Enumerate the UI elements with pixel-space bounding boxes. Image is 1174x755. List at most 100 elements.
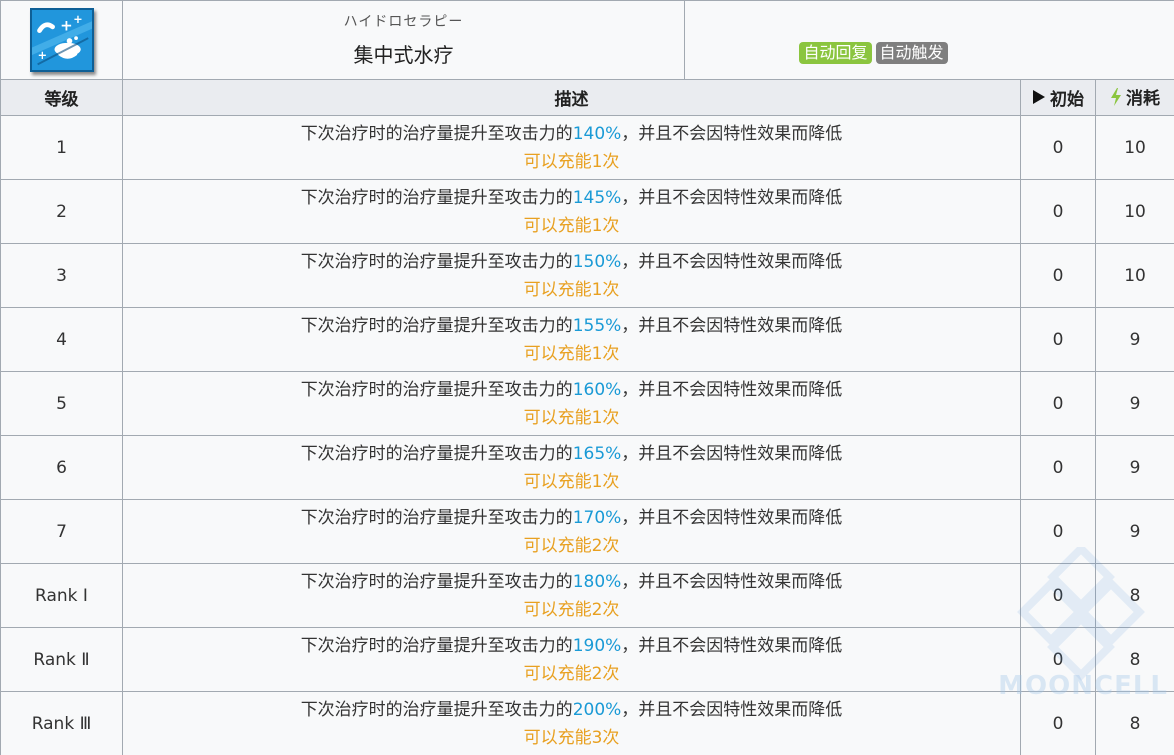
row-description: 下次治疗时的治疗量提升至攻击力的160%，并且不会因特性效果而降低 可以充能1次 — [122, 371, 1021, 436]
tag-auto-recovery: 自动回复 — [799, 42, 872, 64]
desc-suffix: ，并且不会因特性效果而降低 — [621, 699, 843, 720]
row-description: 下次治疗时的治疗量提升至攻击力的140%，并且不会因特性效果而降低 可以充能1次 — [122, 115, 1021, 180]
skill-tags-cell: 自动回复 自动触发 — [683, 0, 1174, 80]
desc-prefix: 下次治疗时的治疗量提升至攻击力的 — [300, 123, 573, 144]
desc-percent: 190% — [572, 635, 622, 656]
row-cost: 9 — [1094, 499, 1174, 564]
desc-charge: 可以充能2次 — [523, 599, 620, 620]
desc-percent: 160% — [572, 379, 622, 400]
row-level: 7 — [0, 499, 123, 564]
row-initial: 0 — [1020, 627, 1096, 692]
skill-name-cell: ハイドロセラピー 集中式水疗 — [122, 0, 685, 80]
column-header-row: 等级 描述 初始 消耗 — [0, 79, 1174, 116]
row-cost: 9 — [1094, 371, 1174, 436]
desc-charge: 可以充能1次 — [523, 215, 620, 236]
row-description: 下次治疗时的治疗量提升至攻击力的150%，并且不会因特性效果而降低 可以充能1次 — [122, 243, 1021, 308]
row-cost: 8 — [1094, 691, 1174, 755]
row-description: 下次治疗时的治疗量提升至攻击力的155%，并且不会因特性效果而降低 可以充能1次 — [122, 307, 1021, 372]
skill-header-row: + + + ハイドロセラピー 集中式水疗 自动回复 自动触发 — [0, 0, 1174, 80]
table-row: 6 下次治疗时的治疗量提升至攻击力的165%，并且不会因特性效果而降低 可以充能… — [0, 435, 1174, 500]
row-description: 下次治疗时的治疗量提升至攻击力的180%，并且不会因特性效果而降低 可以充能2次 — [122, 563, 1021, 628]
skill-name-jp: ハイドロセラピー — [343, 14, 464, 30]
desc-suffix: ，并且不会因特性效果而降低 — [621, 571, 843, 592]
row-level: Rank Ⅲ — [0, 691, 123, 755]
row-initial: 0 — [1020, 691, 1096, 755]
desc-percent: 145% — [572, 187, 622, 208]
row-level: Rank Ⅰ — [0, 563, 123, 628]
desc-charge: 可以充能1次 — [523, 343, 620, 364]
table-row: 1 下次治疗时的治疗量提升至攻击力的140%，并且不会因特性效果而降低 可以充能… — [0, 115, 1174, 180]
svg-text:+: + — [60, 17, 73, 35]
row-cost: 9 — [1094, 307, 1174, 372]
row-description: 下次治疗时的治疗量提升至攻击力的190%，并且不会因特性效果而降低 可以充能2次 — [122, 627, 1021, 692]
table-row: 3 下次治疗时的治疗量提升至攻击力的150%，并且不会因特性效果而降低 可以充能… — [0, 243, 1174, 308]
row-level: 2 — [0, 179, 123, 244]
desc-prefix: 下次治疗时的治疗量提升至攻击力的 — [300, 571, 573, 592]
table-row: Rank Ⅲ 下次治疗时的治疗量提升至攻击力的200%，并且不会因特性效果而降低… — [0, 691, 1174, 755]
table-row: 4 下次治疗时的治疗量提升至攻击力的155%，并且不会因特性效果而降低 可以充能… — [0, 307, 1174, 372]
lightning-icon — [1111, 87, 1121, 106]
desc-suffix: ，并且不会因特性效果而降低 — [621, 123, 843, 144]
desc-prefix: 下次治疗时的治疗量提升至攻击力的 — [300, 187, 573, 208]
skill-icon-cell: + + + — [0, 0, 123, 80]
row-cost: 10 — [1094, 179, 1174, 244]
row-level: Rank Ⅱ — [0, 627, 123, 692]
table-row: 5 下次治疗时的治疗量提升至攻击力的160%，并且不会因特性效果而降低 可以充能… — [0, 371, 1174, 436]
skill-table: + + + ハイドロセラピー 集中式水疗 自动回复 自动触发 等级 描述 初始 … — [0, 0, 1174, 755]
desc-prefix: 下次治疗时的治疗量提升至攻击力的 — [300, 635, 573, 656]
svg-text:+: + — [73, 13, 82, 26]
header-cost: 消耗 — [1094, 79, 1174, 116]
row-initial: 0 — [1020, 371, 1096, 436]
table-row: 7 下次治疗时的治疗量提升至攻击力的170%，并且不会因特性效果而降低 可以充能… — [0, 499, 1174, 564]
desc-percent: 165% — [572, 443, 622, 464]
skill-icon: + + + — [29, 8, 94, 72]
row-level: 4 — [0, 307, 123, 372]
row-description: 下次治疗时的治疗量提升至攻击力的145%，并且不会因特性效果而降低 可以充能1次 — [122, 179, 1021, 244]
header-cost-label: 消耗 — [1126, 89, 1160, 110]
table-row: Rank Ⅱ 下次治疗时的治疗量提升至攻击力的190%，并且不会因特性效果而降低… — [0, 627, 1174, 692]
header-initial-label: 初始 — [1050, 89, 1084, 110]
row-initial: 0 — [1020, 115, 1096, 180]
row-cost: 9 — [1094, 435, 1174, 500]
desc-charge: 可以充能2次 — [523, 663, 620, 684]
header-initial: 初始 — [1020, 79, 1096, 116]
header-level: 等级 — [0, 79, 123, 116]
header-description: 描述 — [122, 79, 1021, 116]
desc-charge: 可以充能3次 — [523, 727, 620, 748]
skill-name-cn: 集中式水疗 — [353, 43, 454, 67]
row-level: 6 — [0, 435, 123, 500]
desc-suffix: ，并且不会因特性效果而降低 — [621, 251, 843, 272]
row-initial: 0 — [1020, 179, 1096, 244]
tag-auto-trigger: 自动触发 — [875, 42, 948, 64]
desc-prefix: 下次治疗时的治疗量提升至攻击力的 — [300, 443, 573, 464]
desc-suffix: ，并且不会因特性效果而降低 — [621, 187, 843, 208]
row-initial: 0 — [1020, 499, 1096, 564]
row-cost: 10 — [1094, 243, 1174, 308]
table-row: 2 下次治疗时的治疗量提升至攻击力的145%，并且不会因特性效果而降低 可以充能… — [0, 179, 1174, 244]
desc-prefix: 下次治疗时的治疗量提升至攻击力的 — [300, 251, 573, 272]
desc-percent: 170% — [572, 507, 622, 528]
desc-prefix: 下次治疗时的治疗量提升至攻击力的 — [300, 507, 573, 528]
desc-prefix: 下次治疗时的治疗量提升至攻击力的 — [300, 315, 573, 336]
row-level: 3 — [0, 243, 123, 308]
desc-prefix: 下次治疗时的治疗量提升至攻击力的 — [300, 379, 573, 400]
row-level: 1 — [0, 115, 123, 180]
row-cost: 8 — [1094, 563, 1174, 628]
desc-percent: 200% — [572, 699, 622, 720]
play-triangle-icon — [1033, 90, 1045, 105]
desc-suffix: ，并且不会因特性效果而降低 — [621, 507, 843, 528]
desc-prefix: 下次治疗时的治疗量提升至攻击力的 — [300, 699, 573, 720]
row-initial: 0 — [1020, 563, 1096, 628]
row-initial: 0 — [1020, 435, 1096, 500]
row-description: 下次治疗时的治疗量提升至攻击力的170%，并且不会因特性效果而降低 可以充能2次 — [122, 499, 1021, 564]
desc-charge: 可以充能1次 — [523, 279, 620, 300]
row-description: 下次治疗时的治疗量提升至攻击力的165%，并且不会因特性效果而降低 可以充能1次 — [122, 435, 1021, 500]
desc-percent: 180% — [572, 571, 622, 592]
desc-charge: 可以充能2次 — [523, 535, 620, 556]
table-row: Rank Ⅰ 下次治疗时的治疗量提升至攻击力的180%，并且不会因特性效果而降低… — [0, 563, 1174, 628]
desc-percent: 140% — [572, 123, 622, 144]
row-cost: 8 — [1094, 627, 1174, 692]
row-cost: 10 — [1094, 115, 1174, 180]
desc-percent: 150% — [572, 251, 622, 272]
desc-suffix: ，并且不会因特性效果而降低 — [621, 315, 843, 336]
